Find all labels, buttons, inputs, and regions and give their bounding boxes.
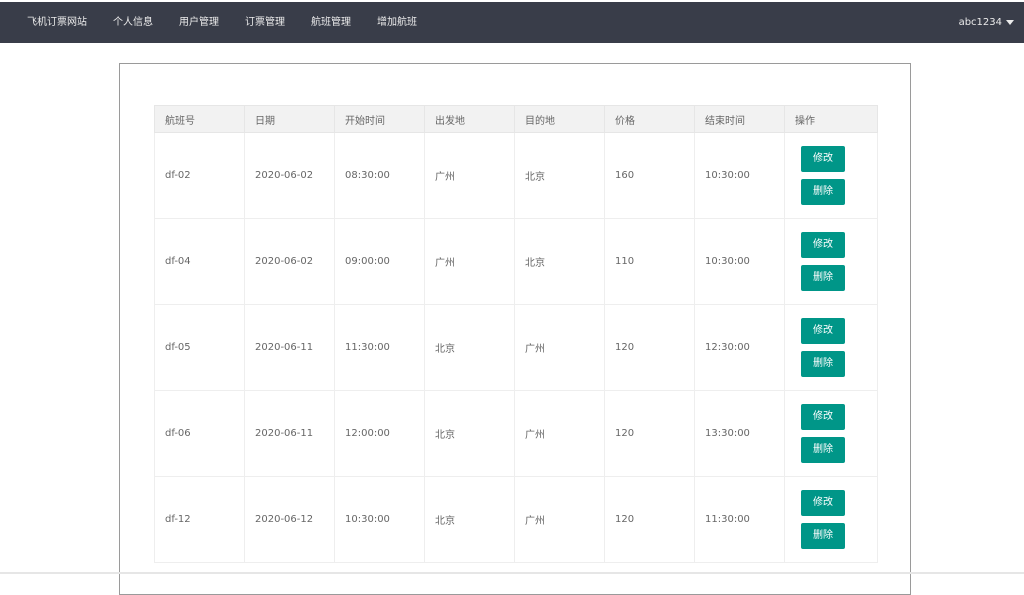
table-row: df-02 2020-06-02 08:30:00 广州 北京 160 10:3… [154, 132, 878, 219]
nav-site-title[interactable]: 飞机订票网站 [14, 2, 100, 43]
cell-flight-no: df-12 [154, 476, 245, 563]
cell-price: 120 [604, 390, 695, 477]
delete-button[interactable]: 删除 [801, 265, 845, 291]
cell-departure: 北京 [424, 390, 515, 477]
cell-departure: 广州 [424, 132, 515, 219]
cell-destination: 广州 [514, 476, 605, 563]
cell-departure: 北京 [424, 476, 515, 563]
cell-destination: 广州 [514, 304, 605, 391]
cell-start-time: 10:30:00 [334, 476, 425, 563]
cell-date: 2020-06-02 [244, 132, 335, 219]
table-header-row: 航班号 日期 开始时间 出发地 目的地 价格 结束时间 操作 [154, 105, 878, 133]
cell-departure: 广州 [424, 218, 515, 305]
content-panel: 航班号 日期 开始时间 出发地 目的地 价格 结束时间 操作 df-02 202… [119, 63, 911, 595]
cell-actions: 修改 删除 [784, 476, 878, 563]
delete-button[interactable]: 删除 [801, 437, 845, 463]
cell-destination: 北京 [514, 132, 605, 219]
edit-button[interactable]: 修改 [801, 146, 845, 172]
cell-end-time: 13:30:00 [694, 390, 785, 477]
table-row: df-06 2020-06-11 12:00:00 北京 广州 120 13:3… [154, 390, 878, 477]
delete-button[interactable]: 删除 [801, 523, 845, 549]
nav-flight-management[interactable]: 航班管理 [298, 2, 364, 43]
nav-add-flight[interactable]: 增加航班 [364, 2, 430, 43]
header-price: 价格 [604, 105, 695, 133]
cell-actions: 修改 删除 [784, 304, 878, 391]
cell-departure: 北京 [424, 304, 515, 391]
cell-actions: 修改 删除 [784, 132, 878, 219]
main-nav: 飞机订票网站 个人信息 用户管理 订票管理 航班管理 增加航班 [14, 2, 430, 43]
cell-destination: 北京 [514, 218, 605, 305]
top-nav-bar: 飞机订票网站 个人信息 用户管理 订票管理 航班管理 增加航班 abc1234 [0, 2, 1024, 43]
cell-price: 110 [604, 218, 695, 305]
table-row: df-05 2020-06-11 11:30:00 北京 广州 120 12:3… [154, 304, 878, 391]
cell-price: 120 [604, 304, 695, 391]
edit-button[interactable]: 修改 [801, 318, 845, 344]
cell-date: 2020-06-02 [244, 218, 335, 305]
header-flight-no: 航班号 [154, 105, 245, 133]
edit-button[interactable]: 修改 [801, 404, 845, 430]
cell-destination: 广州 [514, 390, 605, 477]
cell-end-time: 10:30:00 [694, 132, 785, 219]
cell-flight-no: df-02 [154, 132, 245, 219]
cell-date: 2020-06-11 [244, 390, 335, 477]
cell-start-time: 09:00:00 [334, 218, 425, 305]
flight-table: 航班号 日期 开始时间 出发地 目的地 价格 结束时间 操作 df-02 202… [154, 105, 878, 563]
caret-down-icon [1006, 20, 1014, 25]
cell-price: 160 [604, 132, 695, 219]
header-end-time: 结束时间 [694, 105, 785, 133]
cell-start-time: 08:30:00 [334, 132, 425, 219]
header-actions: 操作 [784, 105, 878, 133]
cell-flight-no: df-05 [154, 304, 245, 391]
cell-start-time: 11:30:00 [334, 304, 425, 391]
nav-booking-management[interactable]: 订票管理 [232, 2, 298, 43]
header-start-time: 开始时间 [334, 105, 425, 133]
table-row: df-12 2020-06-12 10:30:00 北京 广州 120 11:3… [154, 476, 878, 563]
delete-button[interactable]: 删除 [801, 351, 845, 377]
cell-start-time: 12:00:00 [334, 390, 425, 477]
cell-date: 2020-06-12 [244, 476, 335, 563]
cell-actions: 修改 删除 [784, 218, 878, 305]
header-destination: 目的地 [514, 105, 605, 133]
cell-flight-no: df-06 [154, 390, 245, 477]
user-menu[interactable]: abc1234 [959, 2, 1014, 43]
delete-button[interactable]: 删除 [801, 179, 845, 205]
header-departure: 出发地 [424, 105, 515, 133]
header-date: 日期 [244, 105, 335, 133]
username: abc1234 [958, 17, 1002, 28]
cell-flight-no: df-04 [154, 218, 245, 305]
edit-button[interactable]: 修改 [801, 232, 845, 258]
nav-personal-info[interactable]: 个人信息 [100, 2, 166, 43]
cell-price: 120 [604, 476, 695, 563]
cell-end-time: 12:30:00 [694, 304, 785, 391]
cell-end-time: 10:30:00 [694, 218, 785, 305]
table-row: df-04 2020-06-02 09:00:00 广州 北京 110 10:3… [154, 218, 878, 305]
edit-button[interactable]: 修改 [801, 490, 845, 516]
cell-end-time: 11:30:00 [694, 476, 785, 563]
cell-actions: 修改 删除 [784, 390, 878, 477]
nav-user-management[interactable]: 用户管理 [166, 2, 232, 43]
cell-date: 2020-06-11 [244, 304, 335, 391]
